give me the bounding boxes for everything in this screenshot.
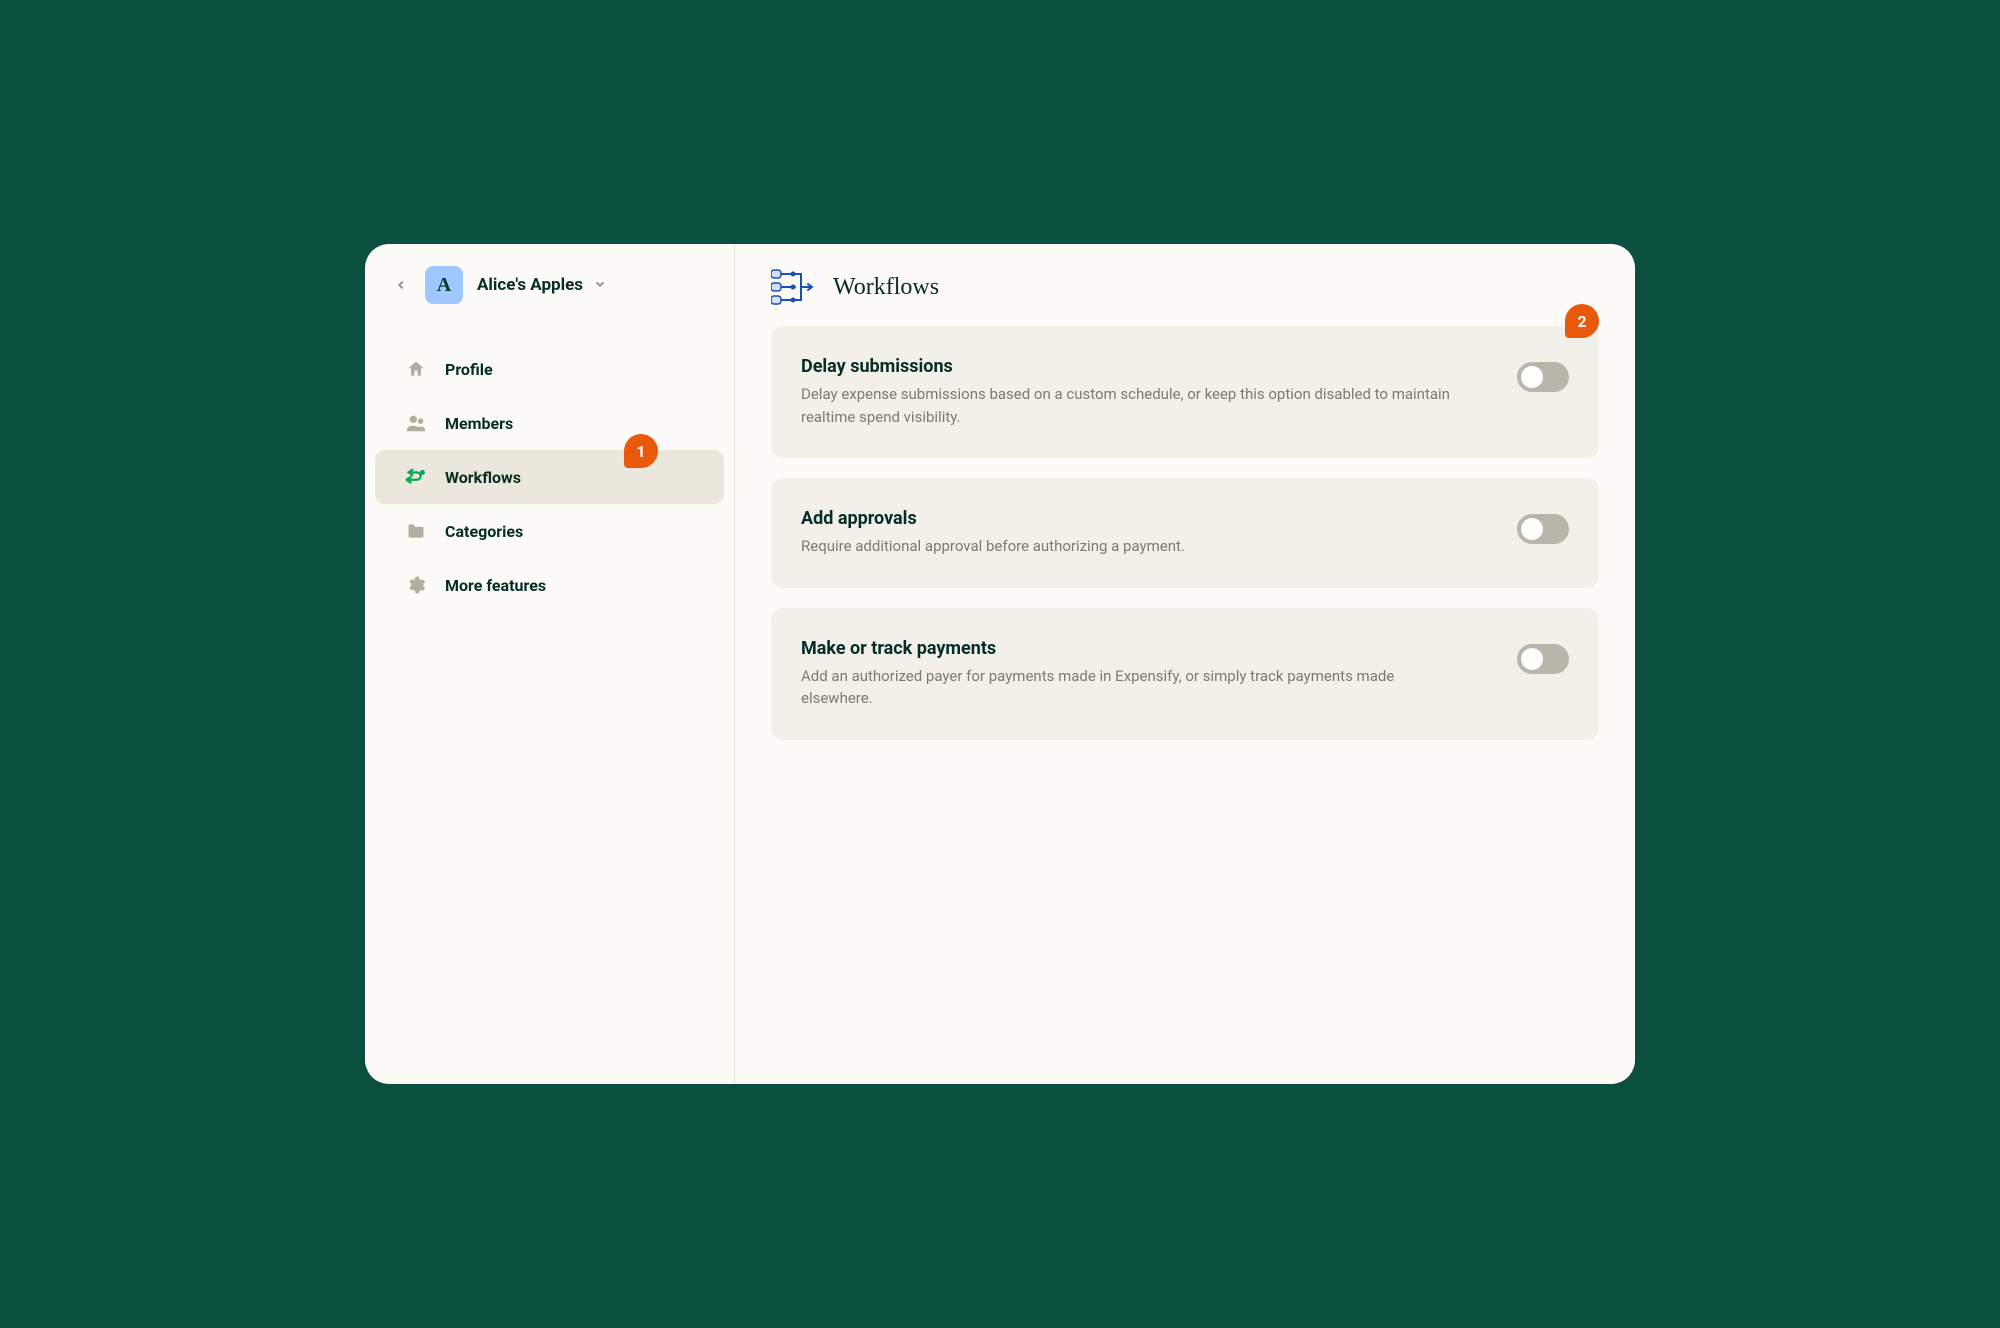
sidebar-item-label: Categories [445, 522, 523, 541]
sidebar-item-label: Profile [445, 360, 493, 379]
card-text: Add approvals Require additional approva… [801, 508, 1517, 558]
sidebar-item-label: More features [445, 576, 546, 595]
workspace-avatar: A [425, 266, 463, 304]
card-make-track-payments: Make or track payments Add an authorized… [771, 608, 1599, 740]
callout-badge-1: 1 [624, 434, 658, 468]
home-icon [405, 358, 427, 380]
workspace-header: A Alice's Apples [365, 266, 734, 322]
card-delay-submissions: Delay submissions Delay expense submissi… [771, 326, 1599, 458]
toggle-delay-submissions[interactable] [1517, 362, 1569, 392]
page-title: Workflows [833, 274, 939, 301]
sidebar-nav: Profile Members Workflows 1 Categori [365, 342, 734, 612]
sidebar-item-label: Workflows [445, 468, 521, 487]
card-add-approvals: Add approvals Require additional approva… [771, 478, 1599, 588]
back-button[interactable] [391, 275, 411, 295]
workspace-name: Alice's Apples [477, 275, 583, 295]
workflows-hero-icon [771, 268, 815, 306]
sidebar-item-workflows[interactable]: Workflows 1 [375, 450, 724, 504]
card-title: Make or track payments [801, 638, 1457, 659]
members-icon [405, 412, 427, 434]
app-window: A Alice's Apples Profile Members [365, 244, 1635, 1084]
card-title: Delay submissions [801, 356, 1457, 377]
sidebar-item-more-features[interactable]: More features [375, 558, 724, 612]
sidebar-item-categories[interactable]: Categories [375, 504, 724, 558]
chevron-down-icon [593, 276, 607, 295]
folder-icon [405, 520, 427, 542]
workflows-icon [405, 466, 427, 488]
sidebar-item-label: Members [445, 414, 513, 433]
page-header: Workflows [771, 264, 1599, 326]
card-desc: Add an authorized payer for payments mad… [801, 665, 1457, 710]
main-content: Workflows Delay submissions Delay expens… [735, 244, 1635, 1084]
callout-badge-2: 2 [1565, 304, 1599, 338]
toggle-add-approvals[interactable] [1517, 514, 1569, 544]
sidebar-item-members[interactable]: Members [375, 396, 724, 450]
card-desc: Delay expense submissions based on a cus… [801, 383, 1457, 428]
workspace-switcher[interactable]: Alice's Apples [477, 275, 607, 295]
sidebar: A Alice's Apples Profile Members [365, 244, 735, 1084]
chevron-left-icon [394, 278, 408, 292]
sidebar-item-profile[interactable]: Profile [375, 342, 724, 396]
card-text: Delay submissions Delay expense submissi… [801, 356, 1517, 428]
toggle-make-track-payments[interactable] [1517, 644, 1569, 674]
card-title: Add approvals [801, 508, 1457, 529]
gear-icon [405, 574, 427, 596]
card-desc: Require additional approval before autho… [801, 535, 1457, 558]
card-text: Make or track payments Add an authorized… [801, 638, 1517, 710]
